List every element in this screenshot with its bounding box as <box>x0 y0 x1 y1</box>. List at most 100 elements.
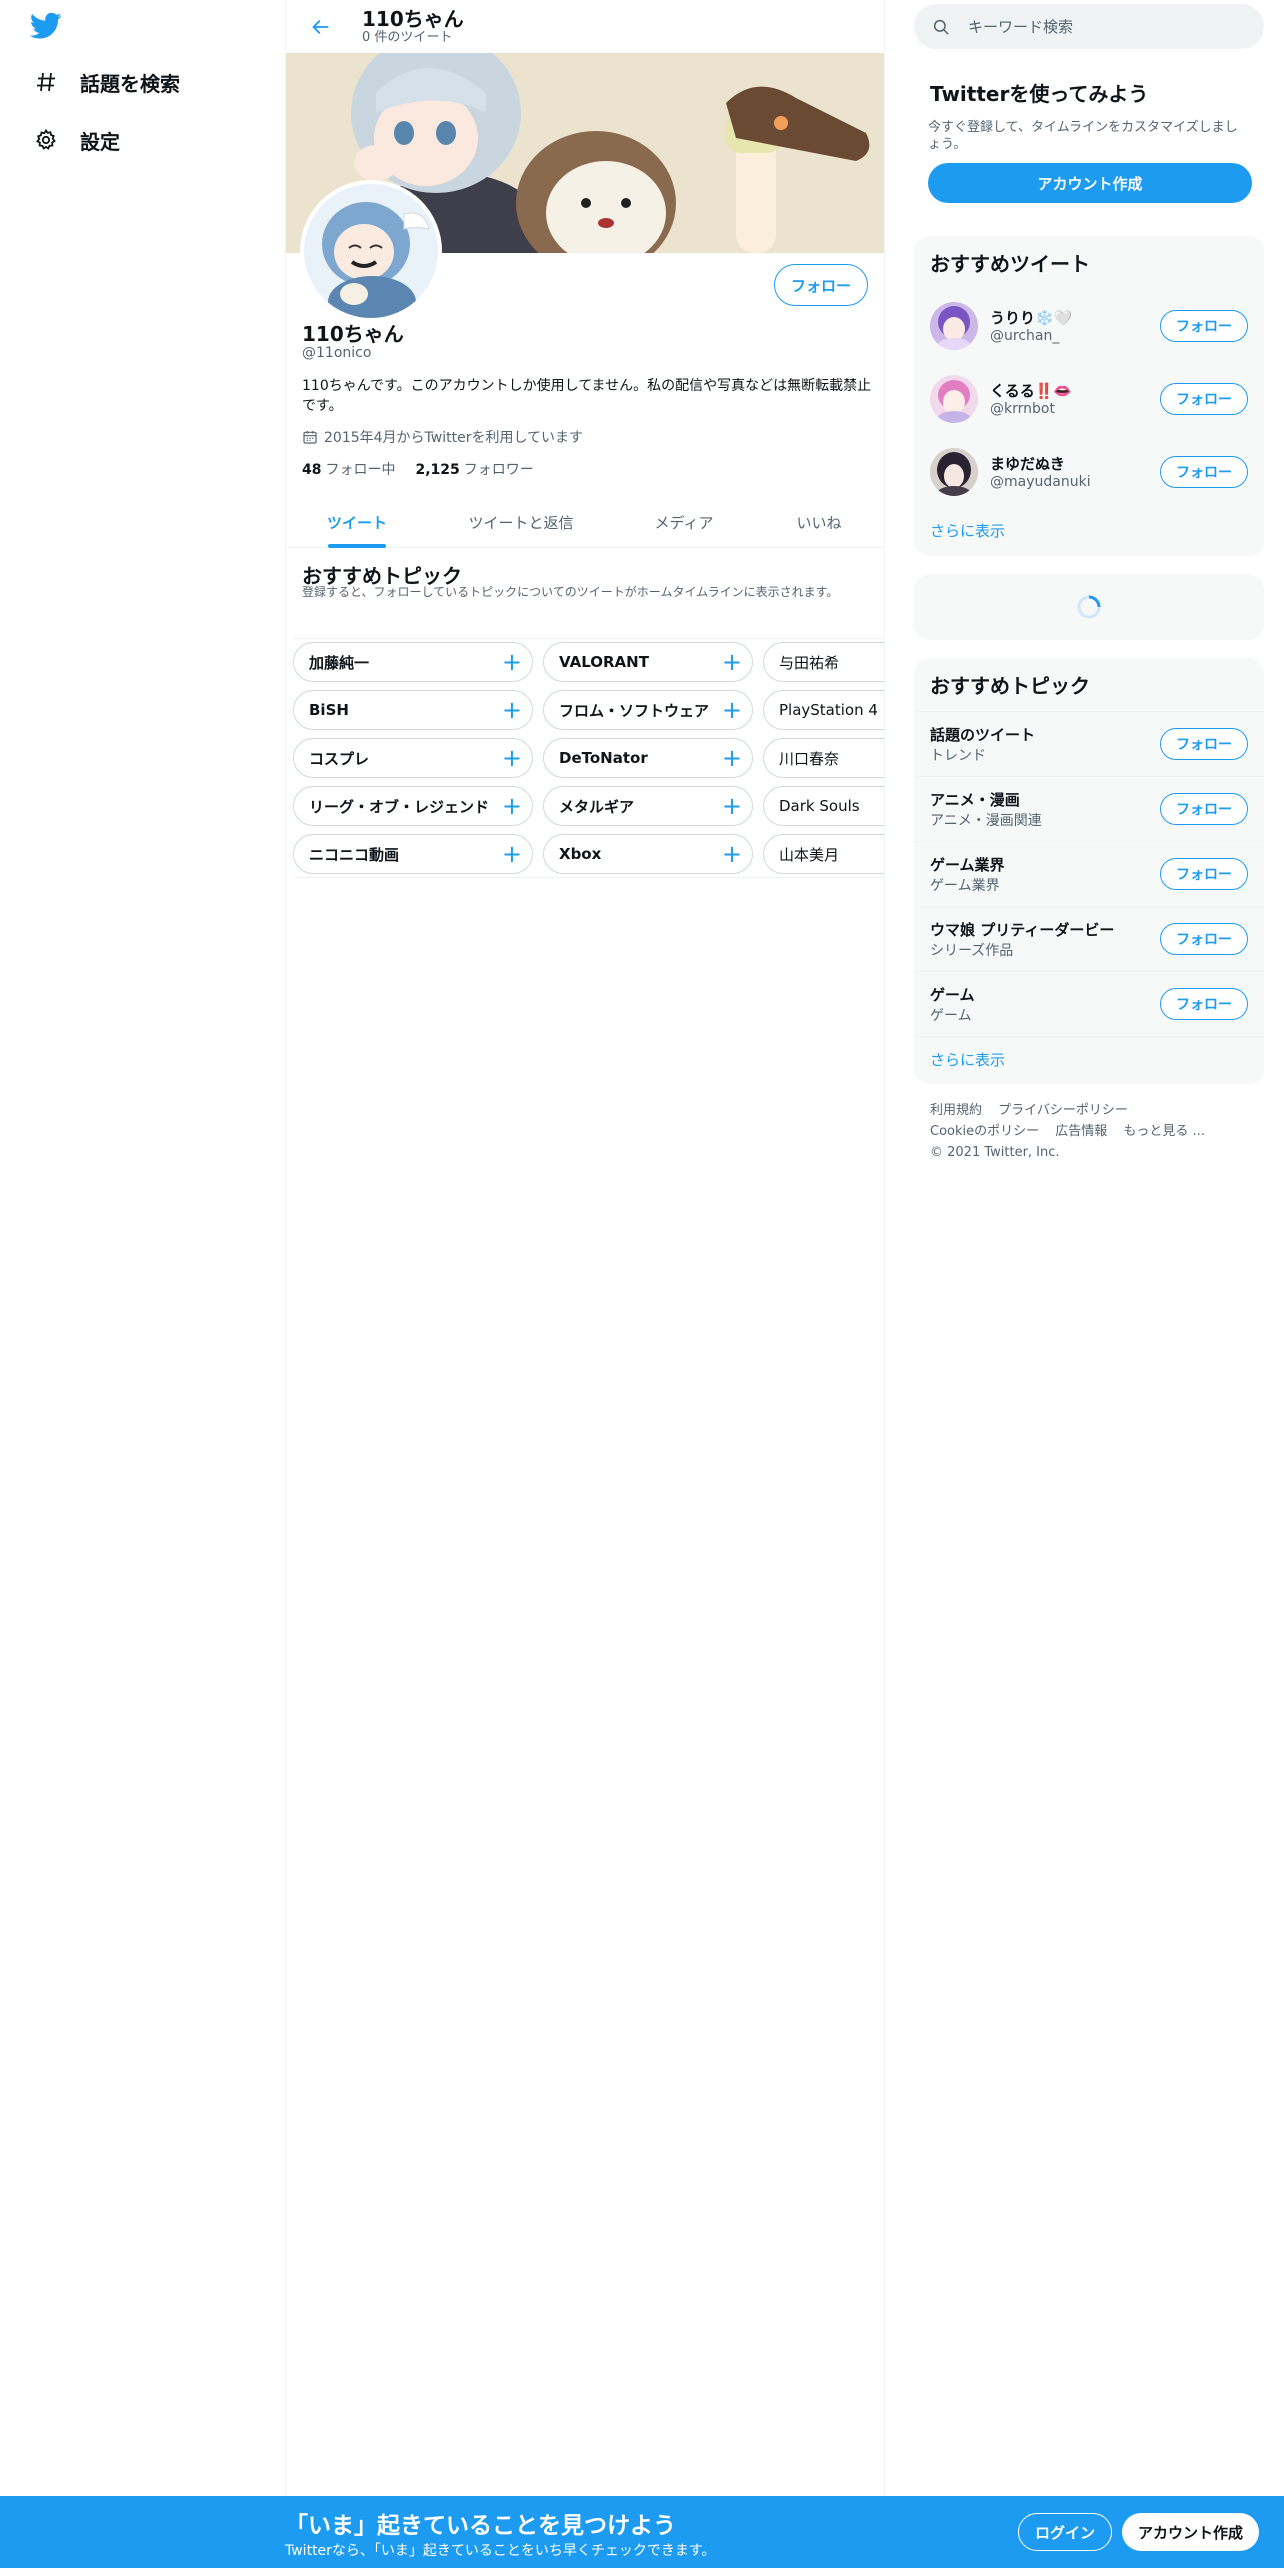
follow-user-button[interactable]: フォロー <box>1160 382 1248 415</box>
header-name: 110ちゃん <box>362 7 464 31</box>
topic-row[interactable]: アニメ・漫画 アニメ・漫画関連 フォロー <box>914 776 1264 841</box>
topic-row[interactable]: ウマ娘 プリティーダービー シリーズ作品 フォロー <box>914 906 1264 971</box>
search-box[interactable]: キーワード検索 <box>914 4 1264 49</box>
footer-links: 利用規約 プライバシーポリシー Cookieのポリシー 広告情報 もっと見る .… <box>930 1100 1250 1163</box>
plus-icon[interactable]: + <box>722 698 742 722</box>
recommended-topics-card: おすすめトピック 話題のツイート トレンド フォロー アニメ・漫画 アニメ・漫画関連… <box>914 658 1264 1084</box>
plus-icon[interactable]: + <box>502 746 522 770</box>
topic-name: ゲーム業界 <box>930 855 1005 874</box>
follow-topic-button[interactable]: フォロー <box>1160 858 1248 890</box>
user-handle: @krrnbot <box>990 401 1055 417</box>
bottom-bar-subtitle: Twitterなら、「いま」起きていることをいち早くチェックできます。 <box>285 2543 716 2559</box>
topic-chip[interactable]: 川口春奈 <box>763 738 884 778</box>
user-row[interactable]: まゆだぬき @mayudanuki フォロー <box>914 435 1264 508</box>
topic-category: トレンド <box>930 747 986 764</box>
calendar-icon <box>303 431 317 444</box>
following-link[interactable]: 48 フォロー中 <box>302 459 395 479</box>
topic-chip-label: フロム・ソフトウェア <box>559 701 710 720</box>
topic-category: シリーズ作品 <box>930 942 1014 959</box>
plus-icon[interactable]: + <box>722 794 742 818</box>
topic-category: ゲーム業界 <box>930 877 1000 894</box>
topic-row[interactable]: 話題のツイート トレンド フォロー <box>914 711 1264 776</box>
avatar[interactable] <box>930 374 978 423</box>
profile-joined: 2015年4月からTwitterを利用しています <box>302 427 583 447</box>
gear-icon <box>30 124 62 156</box>
nav-settings-label: 設定 <box>80 129 120 154</box>
plus-icon[interactable]: + <box>722 650 742 674</box>
user-row[interactable]: くるる‼️👄 @krrnbot フォロー <box>914 362 1264 435</box>
avatar[interactable] <box>930 301 978 350</box>
plus-icon[interactable]: + <box>722 746 742 770</box>
user-handle: @urchan_ <box>990 328 1060 344</box>
avatar[interactable] <box>930 447 978 496</box>
profile-joined-text: 2015年4月からTwitterを利用しています <box>324 430 584 446</box>
topic-chip[interactable]: フロム・ソフトウェア + <box>543 690 753 730</box>
profile-name: 110ちゃん <box>302 322 404 346</box>
footer-copyright: © 2021 Twitter, Inc. <box>930 1145 1060 1160</box>
search-input[interactable]: キーワード検索 <box>968 16 1073 37</box>
topic-row[interactable]: ゲーム ゲーム フォロー <box>914 971 1264 1036</box>
topic-name: ウマ娘 プリティーダービー <box>930 920 1115 939</box>
plus-icon[interactable]: + <box>502 698 522 722</box>
main-column: 110ちゃん 0 件のツイート フォロー 110ちゃん @11onico 110… <box>285 0 885 2496</box>
profile-handle: @11onico <box>302 345 372 361</box>
topics-carousel: 加藤純一 + VALORANT + 与田祐希 BiSH + フロム・ソフトウェア + PlaySt… <box>293 638 884 878</box>
topic-chip-label: コスプレ <box>309 749 370 768</box>
nav-explore[interactable]: 話題を検索 <box>30 57 180 107</box>
topic-chip[interactable]: コスプレ + <box>293 738 533 778</box>
footer-link-terms[interactable]: 利用規約 <box>930 1103 982 1118</box>
topic-chip[interactable]: DeToNator + <box>543 738 753 778</box>
signup-button[interactable]: アカウント作成 <box>1122 2513 1260 2551</box>
signup-card-button[interactable]: アカウント作成 <box>928 163 1252 203</box>
follow-user-button[interactable]: フォロー <box>1160 309 1248 342</box>
footer-link-more[interactable]: もっと見る ... <box>1123 1124 1205 1139</box>
topic-chip[interactable]: VALORANT + <box>543 642 753 682</box>
back-arrow-icon[interactable] <box>304 10 338 44</box>
hashtag-icon <box>30 66 62 98</box>
user-name: うりり❄️🤍 <box>990 309 1073 327</box>
follow-button[interactable]: フォロー <box>773 264 868 306</box>
follow-topic-button[interactable]: フォロー <box>1160 728 1248 760</box>
topic-chip-label: 川口春奈 <box>779 749 840 768</box>
topic-chip[interactable]: 加藤純一 + <box>293 642 533 682</box>
plus-icon[interactable]: + <box>722 842 742 866</box>
profile-avatar[interactable] <box>300 180 442 322</box>
search-icon <box>932 18 950 36</box>
topic-chip[interactable]: メタルギア + <box>543 786 753 826</box>
nav-settings[interactable]: 設定 <box>30 115 120 165</box>
signup-card: Twitterを使ってみよう 今すぐ登録して、タイムラインをカスタマイズしましょ… <box>914 66 1264 216</box>
who-to-follow-card: おすすめツイート うりり❄️🤍 @urchan_ フォロー くるる‼️👄 @krrn… <box>914 236 1264 556</box>
bottom-signup-bar: 「いま」起きていることを見つけよう Twitterなら、「いま」起きていることを… <box>0 2496 1284 2568</box>
following-label: フォロー中 <box>325 462 396 478</box>
topic-chip[interactable]: リーグ・オブ・レジェンド + <box>293 786 533 826</box>
follow-topic-button[interactable]: フォロー <box>1160 793 1248 825</box>
footer-link-ads[interactable]: 広告情報 <box>1055 1124 1107 1139</box>
left-sidebar: 話題を検索 設定 <box>0 0 285 2568</box>
follow-topic-button[interactable]: フォロー <box>1160 988 1248 1020</box>
follow-user-button[interactable]: フォロー <box>1160 455 1248 488</box>
plus-icon[interactable]: + <box>502 842 522 866</box>
topics-show-more[interactable]: さらに表示 <box>914 1036 1264 1084</box>
plus-icon[interactable]: + <box>502 794 522 818</box>
tab-likes[interactable]: いいね <box>754 496 884 548</box>
tab-media[interactable]: メディア <box>614 496 754 548</box>
follow-topic-button[interactable]: フォロー <box>1160 923 1248 955</box>
topic-chip[interactable]: 与田祐希 <box>763 642 884 682</box>
followers-link[interactable]: 2,125 フォロワー <box>415 459 533 479</box>
footer-link-privacy[interactable]: プライバシーポリシー <box>998 1103 1128 1118</box>
tab-tweets[interactable]: ツイート <box>286 496 428 548</box>
tab-tweets-replies[interactable]: ツイートと返信 <box>428 496 614 548</box>
topic-chip[interactable]: PlayStation 4 <box>763 690 884 730</box>
topic-chip[interactable]: Xbox + <box>543 834 753 874</box>
topic-chip[interactable]: BiSH + <box>293 690 533 730</box>
topic-chip[interactable]: Dark Souls <box>763 786 884 826</box>
user-row[interactable]: うりり❄️🤍 @urchan_ フォロー <box>914 289 1264 362</box>
who-to-follow-show-more[interactable]: さらに表示 <box>914 508 1264 556</box>
topic-chip[interactable]: 山本美月 <box>763 834 884 874</box>
footer-link-cookies[interactable]: Cookieのポリシー <box>930 1124 1039 1139</box>
topic-row[interactable]: ゲーム業界 ゲーム業界 フォロー <box>914 841 1264 906</box>
twitter-logo-icon[interactable] <box>29 12 62 40</box>
topic-chip[interactable]: ニコニコ動画 + <box>293 834 533 874</box>
login-button[interactable]: ログイン <box>1018 2513 1113 2551</box>
plus-icon[interactable]: + <box>502 650 522 674</box>
